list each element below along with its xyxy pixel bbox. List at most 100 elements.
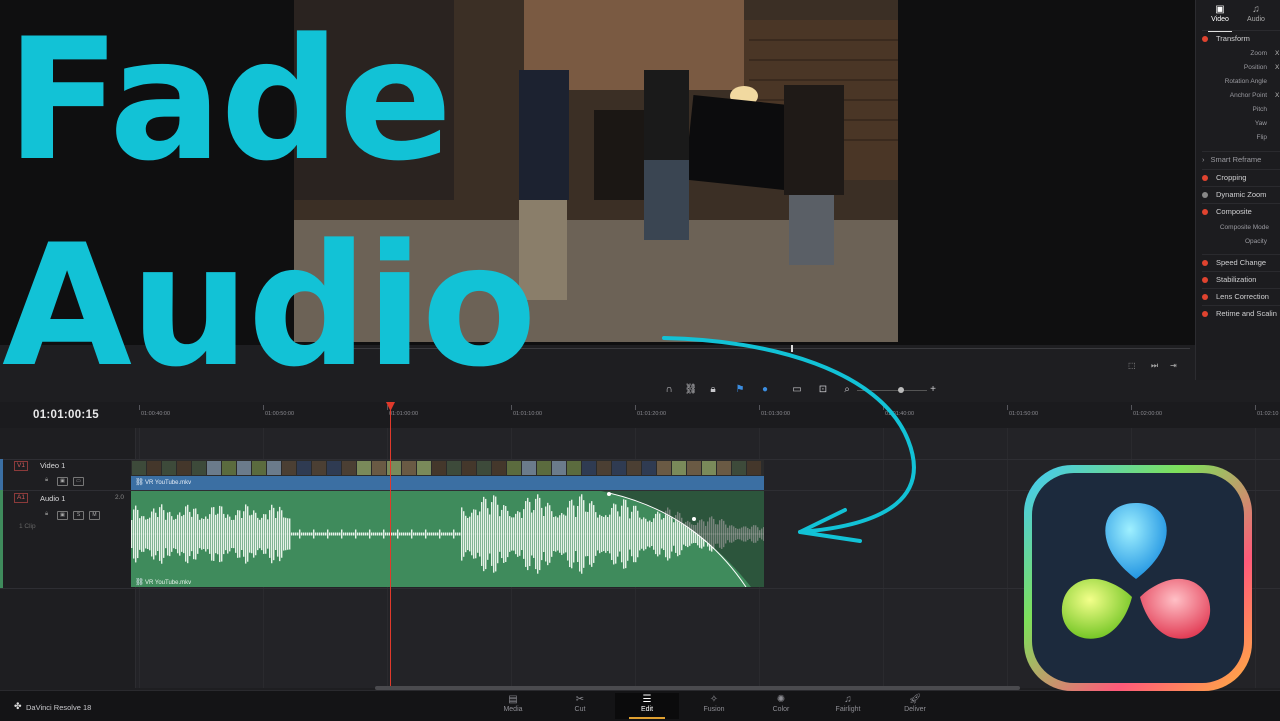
section-dynamic-zoom[interactable]: Dynamic Zoom (1202, 186, 1280, 202)
position-x-label: X (1275, 64, 1280, 71)
video-thumbnail (612, 461, 626, 475)
track-lock-icon[interactable]: 🔒︎ (45, 477, 48, 484)
track-name-audio1[interactable]: Audio 1 (40, 494, 65, 503)
track-visibility-icon[interactable]: ▭ (73, 477, 84, 486)
field-flip: Flip (1256, 134, 1267, 141)
field-composite-mode: Composite Mode (1219, 224, 1269, 231)
video-thumbnail (492, 461, 506, 475)
title-word-fade: Fade (6, 2, 452, 198)
edit-icon: ☰ (642, 694, 652, 705)
video-thumbnail (537, 461, 551, 475)
resolve-small-logo-icon: ✤ (14, 701, 22, 711)
video-thumbnail (162, 461, 176, 475)
track-name-video1[interactable]: Video 1 (40, 461, 65, 470)
app-name: DaVinci Resolve 18 (26, 703, 92, 712)
enable-toggle-icon[interactable] (1202, 209, 1208, 216)
zoom-in-icon[interactable]: + (926, 383, 940, 397)
section-speed-change[interactable]: Speed Change (1202, 254, 1280, 270)
video-thumbnail (462, 461, 476, 475)
tab-fusion[interactable]: ✧ Fusion (682, 693, 746, 719)
skip-forward-icon[interactable]: ⏭ (1151, 361, 1158, 371)
chevron-right-icon: › (1202, 155, 1205, 164)
ruler-tick-label: 01:00:50:00 (262, 405, 295, 417)
track-badge-a1[interactable]: A1 (14, 493, 28, 503)
video-thumbnail (582, 461, 596, 475)
tab-media[interactable]: ▤ Media (481, 693, 545, 719)
enable-toggle-icon[interactable] (1202, 175, 1208, 182)
deliver-icon: 🚀︎ (908, 694, 922, 705)
video-icon: ▣ (1215, 4, 1225, 15)
video-thumbnail (357, 461, 371, 475)
ruler-tick-label: 01:02:00:00 (1130, 405, 1163, 417)
solo-button[interactable]: S (73, 511, 84, 520)
video-thumbnail (237, 461, 251, 475)
section-retime[interactable]: Retime and Scalin (1202, 305, 1280, 321)
video-thumbnail (252, 461, 266, 475)
tab-edit[interactable]: ☰ Edit (615, 693, 679, 719)
video-thumbnail (222, 461, 236, 475)
link-icon: ⛓ (135, 479, 144, 486)
video-thumbnail (327, 461, 341, 475)
enable-toggle-icon[interactable] (1202, 260, 1208, 267)
skip-end-icon[interactable]: ⇥ (1170, 361, 1177, 370)
ruler-tick-label: 01:01:50:00 (1006, 405, 1039, 417)
video-thumbnail (132, 461, 146, 475)
video-thumbnail (597, 461, 611, 475)
mute-button[interactable]: M (89, 511, 100, 520)
field-pitch: Pitch (1252, 106, 1267, 113)
video-thumbnail (567, 461, 581, 475)
section-cropping[interactable]: Cropping (1202, 169, 1280, 185)
fullscreen-icon[interactable]: ⬚ (1128, 361, 1136, 370)
anchor-x-label: X (1275, 92, 1280, 99)
field-position: Position (1243, 64, 1267, 71)
track-badge-v1[interactable]: V1 (14, 461, 28, 471)
davinci-resolve-logo-icon (1024, 465, 1252, 691)
timeline-playhead[interactable] (390, 405, 391, 688)
enable-toggle-icon[interactable] (1202, 294, 1208, 301)
tab-audio[interactable]: ♫ Audio (1238, 4, 1274, 23)
section-lens-correction[interactable]: Lens Correction (1202, 288, 1280, 304)
track-channels: 2.0 (115, 494, 125, 501)
video-thumbnail (267, 461, 281, 475)
enable-toggle-icon[interactable] (1202, 36, 1208, 43)
section-composite[interactable]: Composite (1202, 203, 1280, 219)
enable-toggle-icon[interactable] (1202, 277, 1208, 284)
timecode-display[interactable]: 01:01:00:15 (33, 409, 99, 421)
video-thumbnail (372, 461, 386, 475)
track-auto-select-icon[interactable]: ▣ (57, 477, 68, 486)
tab-video[interactable]: ▣ Video (1202, 4, 1238, 32)
video-thumbnail (417, 461, 431, 475)
video-thumbnail (522, 461, 536, 475)
tab-color[interactable]: ✺ Color (749, 693, 813, 719)
zoom-x-label: X (1275, 50, 1280, 57)
tab-deliver[interactable]: 🚀︎ Deliver (883, 693, 947, 719)
enable-toggle-icon[interactable] (1202, 311, 1208, 318)
field-rotation-angle: Rotation Angle (1224, 78, 1267, 85)
video-thumbnail (552, 461, 566, 475)
enable-toggle-icon[interactable] (1202, 192, 1208, 199)
section-smart-reframe[interactable]: › Smart Reframe (1202, 151, 1280, 167)
field-yaw: Yaw (1254, 120, 1267, 127)
track-auto-select-icon[interactable]: ▣ (57, 511, 68, 520)
pointer-arrow (662, 336, 916, 543)
video-thumbnail (192, 461, 206, 475)
video-thumbnail (342, 461, 356, 475)
music-note-icon: ♫ (1252, 4, 1260, 15)
video-thumbnail (447, 461, 461, 475)
field-opacity: Opacity (1244, 238, 1267, 245)
color-icon: ✺ (776, 694, 786, 705)
field-zoom: Zoom (1250, 50, 1267, 57)
link-icon: ⛓ (135, 579, 144, 586)
section-transform[interactable]: Transform (1202, 30, 1280, 46)
tab-cut[interactable]: ✂ Cut (548, 693, 612, 719)
fusion-icon: ✧ (709, 694, 719, 705)
track-lock-icon[interactable]: 🔒︎ (45, 511, 48, 518)
ruler-tick-label: 01:00:40:00 (138, 405, 171, 417)
inspector-panel: ▣ Video ♫ Audio Transform Zoom Position … (1195, 0, 1280, 385)
cut-icon: ✂ (575, 694, 585, 705)
ruler-tick-label: 01:01:10:00 (510, 405, 543, 417)
tab-fairlight[interactable]: ♫ Fairlight (816, 693, 880, 719)
section-stabilization[interactable]: Stabilization (1202, 271, 1280, 287)
ruler-tick-label: 01:02:10 (1254, 405, 1279, 417)
video-thumbnail (297, 461, 311, 475)
